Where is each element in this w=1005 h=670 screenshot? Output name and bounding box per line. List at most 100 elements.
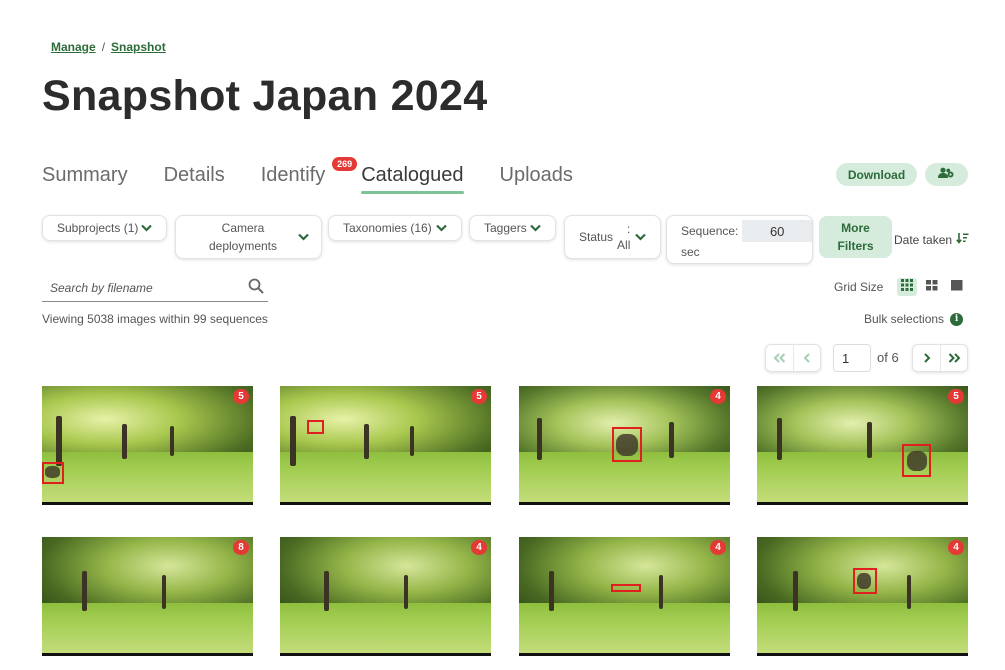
more-filters-line2: Filters bbox=[837, 239, 874, 253]
sort-date-taken-label: Date taken bbox=[894, 232, 953, 247]
photo-ground bbox=[42, 452, 253, 502]
photo-tree-trunk bbox=[537, 418, 542, 460]
image-thumbnail[interactable]: 4 bbox=[519, 386, 730, 505]
viewing-summary: Viewing 5038 images within 99 sequences bbox=[42, 312, 268, 326]
sequence-seconds-input[interactable]: 60 bbox=[742, 220, 812, 242]
sequence-filter-label: Sequence: bbox=[681, 224, 739, 238]
photo-tree-trunk bbox=[410, 426, 414, 456]
status-filter-value: All bbox=[617, 238, 631, 252]
grid-size-medium-button[interactable] bbox=[922, 278, 942, 296]
photo-tree-trunk bbox=[82, 571, 87, 611]
detection-count-badge: 4 bbox=[471, 540, 487, 555]
image-thumbnail[interactable]: 8 bbox=[42, 537, 253, 656]
status-filter[interactable]: Status : All bbox=[564, 215, 661, 259]
breadcrumb-link-manage[interactable]: Manage bbox=[51, 40, 96, 54]
bulk-selections-label: Bulk selections bbox=[864, 312, 945, 326]
detection-box bbox=[611, 584, 641, 592]
detection-count-badge: 4 bbox=[948, 540, 964, 555]
photo-tree-trunk bbox=[777, 418, 782, 460]
photo-info-bar bbox=[42, 502, 253, 505]
next-page-button[interactable] bbox=[913, 345, 940, 371]
search-input[interactable] bbox=[50, 281, 230, 295]
pager-forward-group bbox=[912, 344, 968, 372]
tab-identify-label: Identify bbox=[260, 164, 326, 186]
chevron-left-icon bbox=[803, 351, 811, 366]
tab-bar: Summary Details Identify 269 Catalogued … bbox=[42, 157, 609, 194]
grid-size-large-button[interactable] bbox=[947, 278, 967, 296]
info-icon: i bbox=[950, 312, 964, 326]
detection-count-badge: 4 bbox=[710, 389, 726, 404]
detection-count-badge: 8 bbox=[233, 540, 249, 555]
taxonomies-filter-label: Taxonomies (16) bbox=[343, 221, 432, 235]
grid-large-icon bbox=[951, 278, 963, 296]
previous-page-button[interactable] bbox=[793, 345, 820, 371]
chevron-down-icon bbox=[635, 230, 646, 244]
tab-uploads[interactable]: Uploads bbox=[500, 162, 573, 192]
photo-tree-trunk bbox=[324, 571, 329, 611]
double-chevron-left-icon bbox=[773, 351, 786, 366]
sequence-unit-label: sec bbox=[681, 245, 700, 259]
tab-identify[interactable]: Identify 269 bbox=[260, 157, 358, 192]
status-filter-colon: : bbox=[627, 222, 631, 236]
photo-ground bbox=[280, 603, 491, 653]
image-thumbnail[interactable]: 4 bbox=[757, 537, 968, 656]
more-filters-button[interactable]: More Filters bbox=[819, 216, 892, 258]
bulk-selections-button[interactable]: Bulk selections i bbox=[864, 312, 964, 326]
detection-count-badge: 5 bbox=[233, 389, 249, 404]
pager-back-group bbox=[765, 344, 821, 372]
image-thumbnail[interactable]: 4 bbox=[280, 537, 491, 656]
taxonomies-filter[interactable]: Taxonomies (16) bbox=[328, 215, 462, 241]
tab-summary[interactable]: Summary bbox=[42, 162, 128, 192]
detection-box bbox=[853, 568, 877, 594]
taggers-filter[interactable]: Taggers bbox=[469, 215, 556, 241]
chevron-down-icon bbox=[530, 221, 541, 235]
sort-date-taken-button[interactable]: Date taken bbox=[894, 232, 969, 247]
tab-catalogued[interactable]: Catalogued bbox=[361, 162, 464, 194]
status-filter-value-wrap: : All bbox=[617, 221, 630, 253]
photo-tree-trunk bbox=[793, 571, 798, 611]
photo-tree-trunk bbox=[867, 422, 872, 458]
page-number-input[interactable]: 1 bbox=[833, 344, 871, 372]
camera-filter-label-line1: Camera bbox=[221, 221, 265, 235]
users-cog-icon bbox=[938, 166, 955, 184]
breadcrumb-link-snapshot[interactable]: Snapshot bbox=[111, 40, 166, 54]
photo-tree-trunk bbox=[290, 416, 296, 466]
photo-tree-trunk bbox=[170, 426, 174, 456]
download-button[interactable]: Download bbox=[836, 163, 917, 186]
detection-box bbox=[902, 444, 931, 477]
search-icon[interactable] bbox=[248, 278, 264, 299]
camera-deployments-filter[interactable]: Camera deployments bbox=[175, 215, 322, 259]
chevron-down-icon bbox=[298, 230, 309, 244]
detection-count-badge: 5 bbox=[948, 389, 964, 404]
subprojects-filter[interactable]: Subprojects (1) bbox=[42, 215, 167, 241]
camera-filter-label-line2: deployments bbox=[208, 239, 278, 253]
image-thumbnail[interactable]: 4 bbox=[519, 537, 730, 656]
photo-tree-trunk bbox=[669, 422, 674, 458]
sequence-filter: Sequence: 60 sec bbox=[666, 215, 813, 264]
photo-info-bar bbox=[280, 653, 491, 656]
double-chevron-right-icon bbox=[948, 351, 961, 366]
grid-size-small-button[interactable] bbox=[897, 278, 917, 296]
photo-info-bar bbox=[519, 653, 730, 656]
manage-users-button[interactable] bbox=[925, 163, 968, 186]
detection-box bbox=[42, 462, 64, 484]
first-page-button[interactable] bbox=[766, 345, 793, 371]
last-page-button[interactable] bbox=[940, 345, 967, 371]
more-filters-label: More Filters bbox=[837, 219, 873, 255]
image-thumbnail[interactable]: 5 bbox=[757, 386, 968, 505]
image-thumbnail[interactable]: 5 bbox=[280, 386, 491, 505]
photo-tree-trunk bbox=[549, 571, 554, 611]
photo-tree-trunk bbox=[364, 424, 369, 459]
camera-deployments-filter-label: Camera deployments bbox=[188, 219, 298, 255]
photo-info-bar bbox=[757, 502, 968, 505]
subprojects-filter-label: Subprojects (1) bbox=[57, 221, 139, 235]
photo-ground bbox=[280, 452, 491, 502]
photo-tree-trunk bbox=[122, 424, 127, 459]
filename-search bbox=[42, 275, 268, 302]
page-count-label: of 6 bbox=[877, 350, 899, 365]
photo-info-bar bbox=[280, 502, 491, 505]
photo-info-bar bbox=[519, 502, 730, 505]
photo-tree-trunk bbox=[659, 575, 663, 609]
tab-details[interactable]: Details bbox=[164, 162, 225, 192]
image-thumbnail[interactable]: 5 bbox=[42, 386, 253, 505]
